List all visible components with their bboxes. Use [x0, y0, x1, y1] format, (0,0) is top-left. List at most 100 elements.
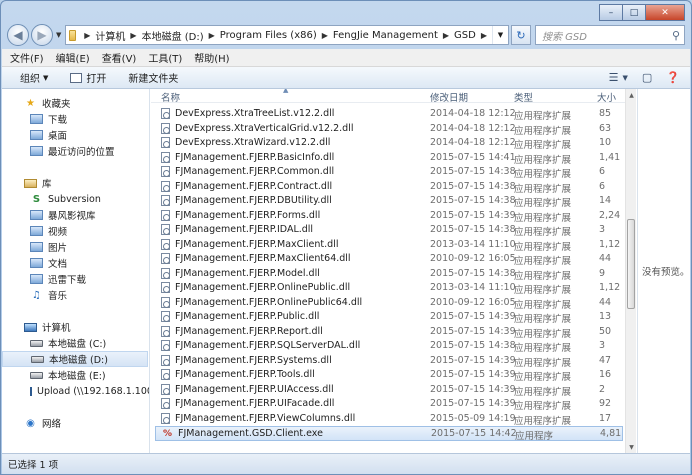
nav-item[interactable]: ◉ 网络	[2, 415, 148, 431]
file-name: FJManagement.FJERP.Tools.dll	[175, 369, 315, 380]
chevron-right-icon[interactable]: ▶	[130, 31, 136, 40]
file-row[interactable]: FJManagement.FJERP.IDAL.dll 2015-07-15 14…	[155, 223, 623, 238]
nav-item[interactable]: 桌面	[2, 127, 148, 143]
column-header-size[interactable]: 大小	[597, 90, 616, 104]
file-size: 4,81	[600, 428, 622, 439]
nav-item[interactable]: 文档	[2, 255, 148, 271]
nav-item[interactable]: Upload (\\192.168.1.100)	[2, 383, 149, 399]
file-name-cell: FJManagement.FJERP.SQLServerDAL.dll	[161, 340, 360, 351]
menu-edit[interactable]: 编辑(E)	[56, 50, 90, 65]
nav-item[interactable]: 视频	[2, 223, 148, 239]
file-row[interactable]: FJManagement.FJERP.MaxClient.dll 2013-03-…	[155, 238, 623, 253]
chevron-right-icon[interactable]: ▶	[481, 31, 487, 40]
file-row[interactable]: FJManagement.FJERP.SQLServerDAL.dll 2015-…	[155, 339, 623, 354]
network-drive-icon	[30, 386, 32, 396]
back-button[interactable]: ◀	[7, 24, 29, 46]
file-name: FJManagement.GSD.Client.exe	[178, 428, 323, 439]
chevron-down-icon[interactable]: ▼	[623, 74, 628, 82]
refresh-button[interactable]: ↻	[511, 25, 531, 45]
file-name-cell: FJManagement.FJERP.IDAL.dll	[161, 224, 313, 235]
file-row[interactable]: FJManagement.FJERP.UIAccess.dll 2015-07-1…	[155, 383, 623, 398]
nav-item[interactable]: 本地磁盘 (D:)	[2, 351, 148, 367]
close-button[interactable]: ✕	[645, 4, 685, 21]
dll-file-icon	[161, 108, 170, 119]
organize-button[interactable]: 组织 ▼	[20, 70, 48, 86]
dll-file-icon	[161, 311, 170, 322]
file-row[interactable]: FJManagement.FJERP.Contract.dll 2015-07-1…	[155, 180, 623, 195]
search-icon[interactable]: ⚲	[672, 29, 680, 42]
file-row[interactable]: FJManagement.FJERP.Public.dll 2015-07-15 …	[155, 310, 623, 325]
column-header-name[interactable]: 名称	[161, 90, 180, 104]
nav-item[interactable]: ♫ 音乐	[2, 287, 148, 303]
address-history-dropdown[interactable]: ▼	[492, 26, 508, 44]
file-name: FJManagement.FJERP.Contract.dll	[175, 180, 333, 192]
nav-item[interactable]: 计算机	[2, 319, 148, 335]
file-row[interactable]: FJManagement.FJERP.Common.dll 2015-07-15 …	[155, 165, 623, 180]
nav-item[interactable]: ★ 收藏夹	[2, 95, 148, 111]
nav-item[interactable]: 本地磁盘 (C:)	[2, 335, 148, 351]
file-row[interactable]: FJManagement.FJERP.Systems.dll 2015-07-15…	[155, 354, 623, 369]
minimize-button[interactable]: –	[599, 4, 623, 21]
help-icon[interactable]: ❓	[666, 71, 680, 84]
navigation-pane[interactable]: ★ 收藏夹 下载 桌面 最近访问的位置库 S Subversion 暴风影视库 视频 图片 文档 迅雷…	[2, 89, 150, 453]
vertical-scrollbar[interactable]: ▲ ▼	[625, 89, 636, 453]
view-options-icon[interactable]: ☰	[609, 71, 619, 84]
breadcrumb-computer[interactable]: 计算机	[95, 28, 125, 43]
column-header-date[interactable]: 修改日期	[430, 90, 468, 104]
open-button[interactable]: 打开	[70, 70, 106, 85]
nav-item[interactable]: 库	[2, 175, 148, 191]
nav-item[interactable]: 图片	[2, 239, 148, 255]
address-bar[interactable]: ▶ 计算机 ▶ 本地磁盘 (D:) ▶ Program Files (x86) …	[65, 25, 509, 45]
nav-item[interactable]: S Subversion	[2, 191, 148, 207]
column-header-type[interactable]: 类型	[514, 90, 533, 104]
file-row[interactable]: FJManagement.FJERP.Tools.dll 2015-07-15 1…	[155, 368, 623, 383]
breadcrumb-gsd[interactable]: GSD	[454, 30, 476, 41]
file-row[interactable]: FJManagement.FJERP.UIFacade.dll 2015-07-1…	[155, 397, 623, 412]
scroll-up-icon[interactable]: ▲	[626, 89, 637, 101]
breadcrumb-drive-d[interactable]: 本地磁盘 (D:)	[142, 28, 204, 43]
dll-file-icon	[161, 296, 170, 308]
scroll-down-icon[interactable]: ▼	[626, 441, 637, 453]
menu-file[interactable]: 文件(F)	[10, 50, 44, 65]
nav-item[interactable]: 迅雷下载	[2, 271, 148, 287]
nav-item[interactable]: 暴风影视库	[2, 207, 148, 223]
menu-help[interactable]: 帮助(H)	[194, 50, 229, 65]
file-row[interactable]: FJManagement.FJERP.Forms.dll 2015-07-15 1…	[155, 209, 623, 224]
file-name-cell: FJManagement.FJERP.Systems.dll	[161, 354, 332, 366]
file-name: FJManagement.FJERP.UIAccess.dll	[175, 383, 334, 395]
menu-tools[interactable]: 工具(T)	[148, 50, 182, 65]
file-row[interactable]: FJManagement.FJERP.OnlinePublic64.dll 201…	[155, 296, 623, 311]
search-input[interactable]: 搜索 GSD ⚲	[535, 25, 685, 45]
file-row[interactable]: FJManagement.FJERP.BasicInfo.dll 2015-07-…	[155, 151, 623, 166]
file-row[interactable]: DevExpress.XtraTreeList.v12.2.dll 2014-04…	[155, 107, 623, 122]
nav-item[interactable]: 下载	[2, 111, 148, 127]
dll-file-icon	[161, 354, 170, 366]
maximize-button[interactable]: □	[622, 4, 646, 21]
file-row[interactable]: FJManagement.FJERP.OnlinePublic.dll 2013-…	[155, 281, 623, 296]
file-row[interactable]: FJManagement.FJERP.Report.dll 2015-07-15 …	[155, 325, 623, 340]
file-row[interactable]: FJManagement.FJERP.MaxClient64.dll 2010-0…	[155, 252, 623, 267]
breadcrumb-fengjie[interactable]: FengJie Management	[333, 30, 438, 41]
recent-pages-dropdown[interactable]: ▼	[56, 31, 61, 39]
scrollbar-thumb[interactable]	[627, 219, 635, 309]
forward-button[interactable]: ▶	[31, 24, 53, 46]
file-date: 2015-07-15 14:38	[430, 340, 516, 351]
file-row[interactable]: DevExpress.XtraVerticalGrid.v12.2.dll 201…	[155, 122, 623, 137]
file-row[interactable]: % FJManagement.GSD.Client.exe 2015-07-15 1…	[155, 426, 623, 442]
menu-view[interactable]: 查看(V)	[102, 50, 137, 65]
breadcrumb-program-files[interactable]: Program Files (x86)	[220, 30, 317, 41]
new-folder-button[interactable]: 新建文件夹	[128, 70, 178, 85]
file-name: FJManagement.FJERP.MaxClient.dll	[175, 238, 339, 250]
file-row[interactable]: FJManagement.FJERP.Model.dll 2015-07-15 1…	[155, 267, 623, 282]
file-row[interactable]: DevExpress.XtraWizard.v12.2.dll 2014-04-1…	[155, 136, 623, 151]
chevron-right-icon[interactable]: ▶	[84, 31, 90, 40]
chevron-right-icon[interactable]: ▶	[443, 31, 449, 40]
preview-pane-icon[interactable]: ▢	[642, 71, 652, 84]
file-list[interactable]: ▲ 名称 修改日期 类型 大小 DevExpress.XtraTreeList.…	[151, 89, 625, 453]
file-row[interactable]: FJManagement.FJERP.ViewColumns.dll 2015-0…	[155, 412, 623, 427]
chevron-right-icon[interactable]: ▶	[322, 31, 328, 40]
nav-item[interactable]: 最近访问的位置	[2, 143, 148, 159]
chevron-right-icon[interactable]: ▶	[209, 31, 215, 40]
nav-item[interactable]: 本地磁盘 (E:)	[2, 367, 148, 383]
file-row[interactable]: FJManagement.FJERP.DBUtility.dll 2015-07-…	[155, 194, 623, 209]
